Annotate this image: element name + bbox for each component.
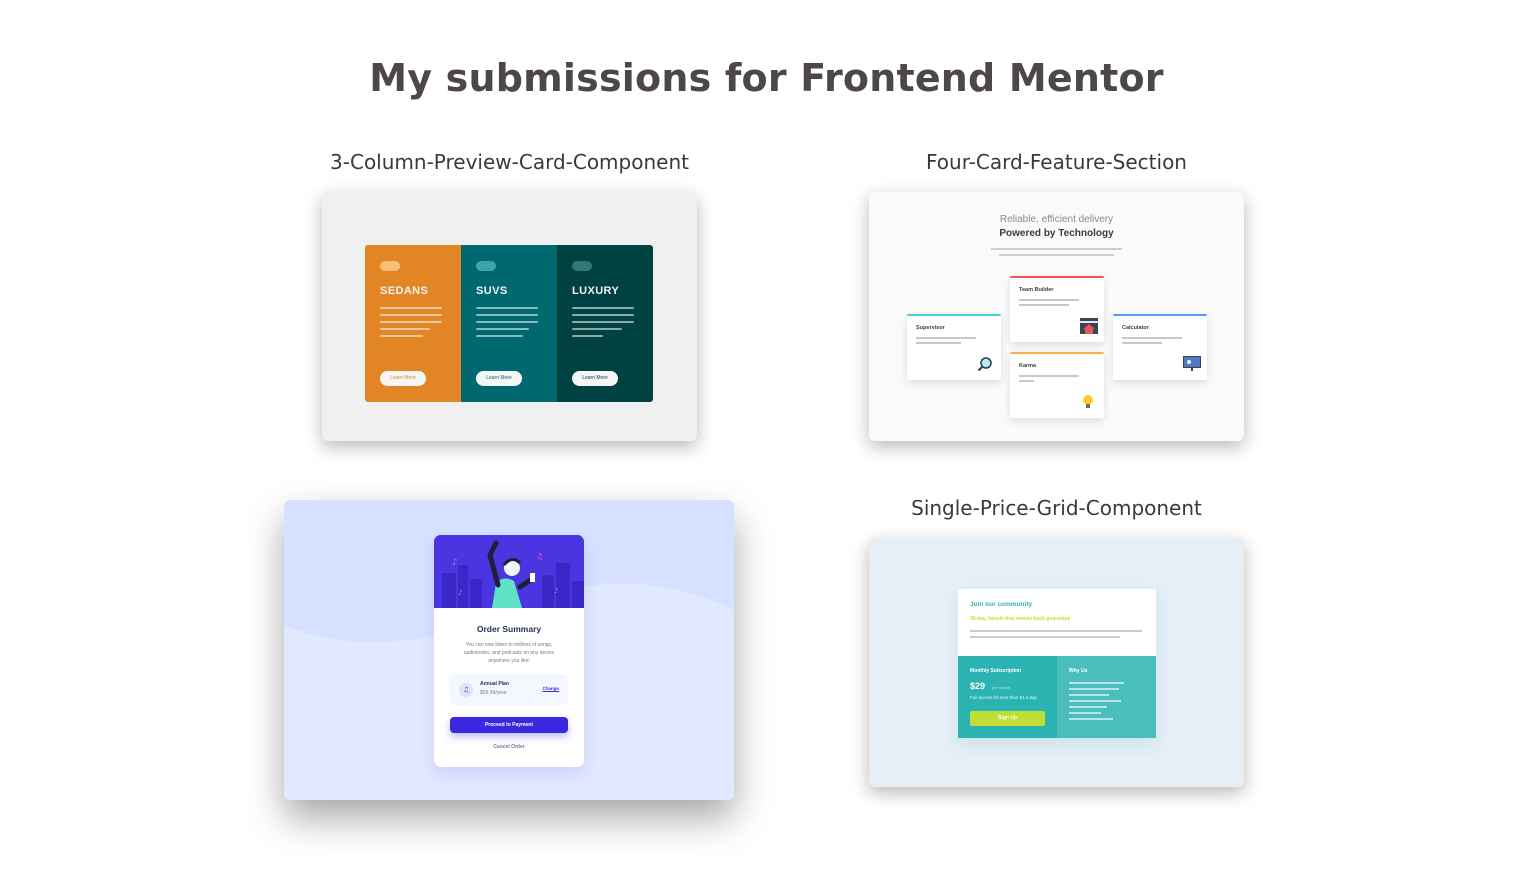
car-icon — [476, 261, 496, 271]
guarantee-text: 30-day, hassle-free money back guarantee — [970, 616, 1071, 622]
project-title-price-grid: Single-Price-Grid-Component — [911, 496, 1202, 520]
subscription-price: $29 — [970, 681, 986, 691]
plan-name: Annual Plan — [480, 681, 509, 687]
svg-text:♪: ♪ — [458, 589, 462, 597]
car-icon — [572, 261, 592, 271]
subscription-note: Full access for less than $1 a day — [970, 695, 1037, 700]
page-title: My submissions for Frontend Mentor — [369, 56, 1164, 100]
column-sedans: SEDANS Learn More — [365, 245, 461, 402]
monitor-icon — [1183, 356, 1201, 372]
order-summary-card: ♪ ♫ ♪ ♪ Order Summary You can now listen… — [434, 535, 584, 767]
feature-description-line — [999, 254, 1114, 256]
plan-box: ♫ Annual Plan $59.99/year Change — [450, 674, 568, 705]
feature-heading-light: Reliable, efficient delivery — [999, 214, 1114, 225]
feature-card-title: Karma — [1019, 363, 1037, 369]
feature-card-title: Calculator — [1122, 325, 1149, 331]
feature-card-supervisor: Supervisor — [907, 314, 1001, 380]
car-icon — [380, 261, 400, 271]
three-column-card: SEDANS Learn More SUVS Learn More LUXURY… — [365, 245, 653, 402]
column-name: LUXURY — [572, 285, 620, 297]
subscription-panel: Monthly Subscription $29 per month Full … — [958, 656, 1057, 738]
proceed-to-payment-button: Proceed to Payment — [450, 717, 568, 733]
project-title-three-column: 3-Column-Preview-Card-Component — [330, 150, 689, 174]
price-grid-top: Join our community 30-day, hassle-free m… — [958, 589, 1156, 656]
why-us-title: Why Us — [1069, 668, 1088, 674]
column-text — [476, 307, 538, 342]
subscription-title: Monthly Subscription — [970, 668, 1022, 674]
svg-text:♪: ♪ — [554, 587, 558, 595]
project-title-four-card: Four-Card-Feature-Section — [926, 150, 1187, 174]
svg-text:♪: ♪ — [452, 558, 458, 568]
plan-price: $59.99/year — [480, 690, 507, 696]
order-hero-illustration: ♪ ♫ ♪ ♪ — [434, 535, 584, 608]
learn-more-button: Learn More — [476, 371, 522, 386]
order-summary-description: You can now listen to millions of songs,… — [463, 642, 555, 664]
lightbulb-icon — [1080, 394, 1096, 410]
column-name: SEDANS — [380, 285, 429, 297]
feature-card-calculator: Calculator — [1113, 314, 1207, 380]
project-screenshot-four-card[interactable]: Reliable, efficient delivery Powered by … — [869, 192, 1244, 441]
feature-description-line — [991, 248, 1122, 250]
feature-card-title: Supervisor — [916, 325, 945, 331]
change-plan-link: Change — [542, 686, 559, 691]
subscription-period: per month — [992, 685, 1011, 690]
project-screenshot-price-grid[interactable]: Join our community 30-day, hassle-free m… — [869, 538, 1244, 787]
column-name: SUVS — [476, 285, 508, 297]
sign-up-button: Sign Up — [970, 711, 1045, 726]
column-text — [380, 307, 442, 342]
cancel-order-link: Cancel Order — [493, 744, 525, 750]
house-icon — [1080, 318, 1098, 334]
learn-more-button: Learn More — [380, 371, 426, 386]
feature-card-karma: Karma — [1010, 352, 1104, 418]
why-us-panel: Why Us — [1057, 656, 1156, 738]
project-screenshot-three-column[interactable]: SEDANS Learn More SUVS Learn More LUXURY… — [322, 192, 697, 441]
svg-text:♫: ♫ — [536, 552, 543, 561]
feature-heading-bold: Powered by Technology — [999, 228, 1114, 239]
column-text — [572, 307, 634, 342]
feature-card-title: Team Builder — [1019, 287, 1054, 293]
magnifier-icon — [977, 356, 993, 372]
community-heading: Join our community — [970, 601, 1033, 608]
learn-more-button: Learn More — [572, 371, 618, 386]
column-suvs: SUVS Learn More — [461, 245, 557, 402]
column-luxury: LUXURY Learn More — [557, 245, 653, 402]
music-note-icon: ♫ — [459, 683, 473, 697]
feature-card-team-builder: Team Builder — [1010, 276, 1104, 342]
order-summary-title: Order Summary — [476, 624, 542, 634]
project-screenshot-order-summary[interactable]: ♪ ♫ ♪ ♪ Order Summary You can now listen… — [284, 500, 734, 800]
price-grid-card: Join our community 30-day, hassle-free m… — [958, 589, 1156, 738]
